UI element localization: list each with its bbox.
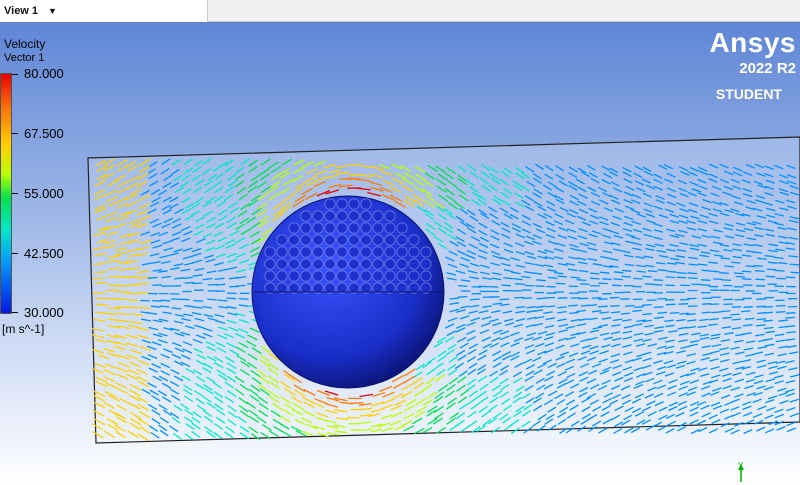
vector-field-scene	[87, 136, 800, 444]
legend-tick	[12, 74, 18, 75]
legend-tick-label: 55.000	[24, 186, 64, 201]
axis-y-label: Y	[738, 461, 744, 470]
legend-tick-label: 42.500	[24, 246, 64, 261]
legend-tick	[12, 133, 18, 134]
legend-tick	[12, 312, 18, 313]
legend-units: [m s^-1]	[2, 322, 45, 336]
tab-label: View 1	[4, 5, 39, 17]
triangle-down-icon[interactable]: ▼	[48, 6, 57, 16]
legend-tick	[12, 193, 18, 194]
3d-viewport[interactable]: Velocity Vector 1 80.000 67.500 55.000 4…	[0, 22, 800, 485]
logo-name: Ansys	[709, 27, 796, 58]
logo-version: 2022 R2	[739, 60, 796, 77]
legend-tick-label: 30.000	[24, 305, 64, 320]
legend-tick	[12, 253, 18, 254]
legend-tick-label: 67.500	[24, 126, 64, 141]
legend-subtitle: Vector 1	[4, 52, 45, 64]
tab-view-1[interactable]: View 1 ▼	[0, 0, 208, 22]
ansys-logo: Ansys 2022 R2 STUDENT	[709, 27, 796, 103]
view-tab-bar: View 1 ▼	[0, 0, 800, 22]
logo-edition: STUDENT	[715, 86, 782, 102]
color-bar	[0, 73, 12, 314]
legend-title: Velocity	[4, 37, 46, 51]
legend-tick-label: 80.000	[24, 66, 64, 81]
